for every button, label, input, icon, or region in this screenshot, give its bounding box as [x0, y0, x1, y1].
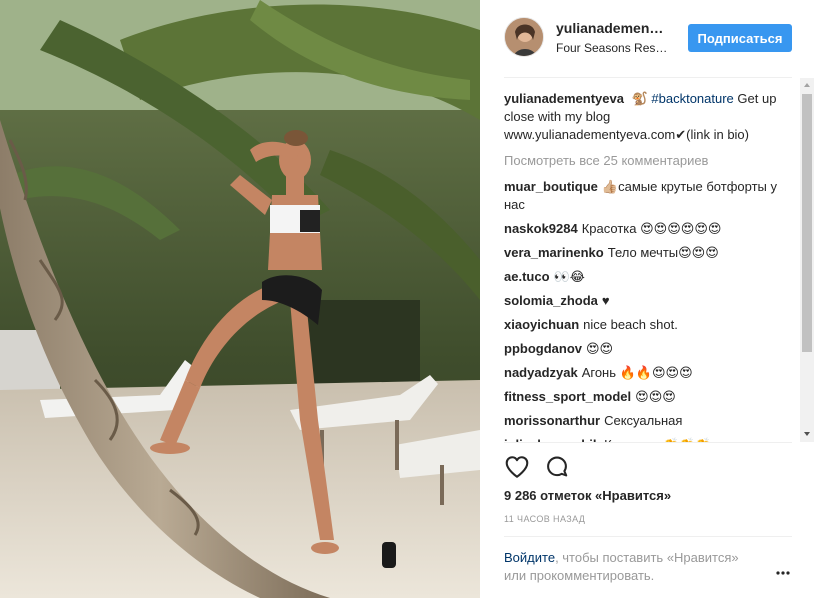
scroll-up-arrow-icon[interactable]	[803, 81, 811, 89]
more-options-icon[interactable]	[776, 566, 790, 580]
comment-item: julia_kuznechik Красотка 👏👏👏	[504, 436, 796, 442]
divider	[504, 536, 792, 537]
comment-text: Агонь 🔥🔥😍😍😍	[581, 365, 693, 380]
comment-item: naskok9284 Красотка 😍😍😍😍😍😍	[504, 220, 796, 238]
heart-icon[interactable]	[504, 454, 530, 480]
post-timestamp[interactable]: 11 часов назад	[504, 514, 585, 524]
login-prompt: Войдите, чтобы поставить «Нравится» или …	[504, 549, 764, 585]
comment-text: Красотка 😍😍😍😍😍😍	[581, 221, 722, 236]
comment-item: ppbogdanov 😍😍	[504, 340, 796, 358]
login-link[interactable]: Войдите	[504, 550, 555, 565]
comment-text: 😍😍😍	[635, 389, 676, 404]
view-all-comments-link[interactable]: Посмотреть все 25 комментариев	[504, 152, 796, 170]
comment-item: morissonarthur Сексуальная	[504, 412, 796, 430]
divider	[504, 77, 792, 78]
avatar[interactable]	[504, 17, 544, 57]
comment-username[interactable]: solomia_zhoda	[504, 293, 598, 308]
comment-username[interactable]: julia_kuznechik	[504, 437, 600, 442]
comment-text: nice beach shot.	[583, 317, 678, 332]
comment-username[interactable]: muar_boutique	[504, 179, 598, 194]
comment-username[interactable]: morissonarthur	[504, 413, 600, 428]
comment-item: vera_marinenko Тело мечты😍😍😍	[504, 244, 796, 262]
comment-username[interactable]: ae.tuco	[504, 269, 550, 284]
comment-item: ae.tuco 👀😂	[504, 268, 796, 286]
comments-scrollbar[interactable]	[800, 78, 814, 442]
comment-username[interactable]: xiaoyichuan	[504, 317, 579, 332]
comment-username[interactable]: vera_marinenko	[504, 245, 604, 260]
comment-text: Красотка 👏👏👏	[604, 437, 711, 442]
post-photo[interactable]	[0, 0, 480, 598]
comment-item: fitness_sport_model 😍😍😍	[504, 388, 796, 406]
comment-username[interactable]: naskok9284	[504, 221, 578, 236]
comment-text: 👀😂	[553, 269, 585, 284]
comment-item: nadyadzyak Агонь 🔥🔥😍😍😍	[504, 364, 796, 382]
post-caption: yulianadementyeva 🐒 #backtonature Get up…	[504, 90, 796, 144]
divider	[504, 442, 792, 443]
follow-button[interactable]: Подписаться	[688, 24, 792, 52]
scroll-down-arrow-icon[interactable]	[803, 430, 811, 438]
post-author-username[interactable]: yulianadementyeva	[556, 20, 668, 36]
comment-text: Тело мечты😍😍😍	[607, 245, 719, 260]
comments-list[interactable]: yulianadementyeva 🐒 #backtonature Get up…	[504, 90, 796, 442]
caption-hashtag[interactable]: #backtonature	[651, 91, 733, 106]
caption-username[interactable]: yulianadementyeva	[504, 91, 624, 106]
comment-text: Сексуальная	[604, 413, 683, 428]
comment-username[interactable]: fitness_sport_model	[504, 389, 631, 404]
beach-palm-photo	[0, 0, 480, 598]
comment-bubble-icon[interactable]	[544, 454, 570, 480]
comment-username[interactable]: ppbogdanov	[504, 341, 582, 356]
likes-count[interactable]: 9 286 отметок «Нравится»	[504, 488, 671, 503]
comment-text: ♥	[601, 293, 610, 308]
avatar-image	[505, 18, 543, 56]
post-location[interactable]: Four Seasons Resort	[556, 41, 668, 55]
scrollbar-thumb[interactable]	[802, 94, 812, 352]
comment-item: solomia_zhoda ♥	[504, 292, 796, 310]
comment-username[interactable]: nadyadzyak	[504, 365, 578, 380]
comment-item: muar_boutique 👍🏼самые крутые ботфорты у н…	[504, 178, 796, 214]
comment-item: xiaoyichuan nice beach shot.	[504, 316, 796, 334]
post-header: yulianadementyeva Four Seasons Resort По…	[504, 16, 792, 60]
comment-text: 😍😍	[586, 341, 614, 356]
caption-emoji: 🐒	[631, 91, 648, 106]
